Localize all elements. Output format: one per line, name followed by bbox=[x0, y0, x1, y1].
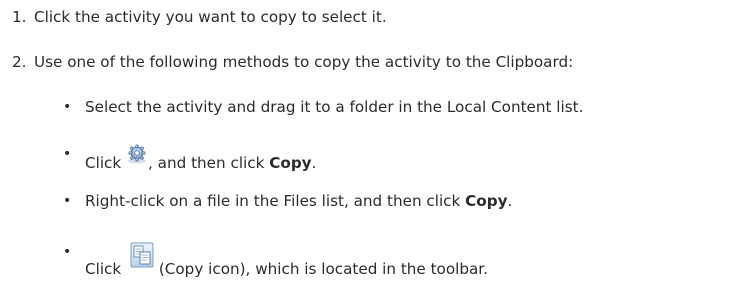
method-2-pre: Click bbox=[85, 154, 122, 172]
method-3-pre: Right-click on a file in the Files list,… bbox=[85, 192, 461, 210]
copy-menu-item-label: Copy bbox=[269, 154, 312, 172]
method-1-text: Select the activity and drag it to a fol… bbox=[85, 98, 584, 116]
method-4-post: (Copy icon), which is located in the too… bbox=[158, 260, 488, 278]
method-2-bullet: • bbox=[63, 146, 72, 162]
method-2-post: . bbox=[311, 154, 317, 172]
method-1-bullet: • bbox=[63, 99, 72, 115]
copy-icon[interactable] bbox=[130, 242, 154, 273]
method-3-post: . bbox=[507, 192, 513, 210]
method-3-content: Right-click on a file in the Files list,… bbox=[85, 191, 512, 211]
step-1-number: 1. bbox=[12, 8, 27, 26]
method-2-content: Click , and then click Copy. bbox=[85, 144, 316, 173]
step-2-text: Use one of the following methods to copy… bbox=[34, 53, 574, 71]
method-2-mid: , and then click bbox=[148, 154, 265, 172]
method-4-bullet: • bbox=[63, 244, 72, 260]
method-4-pre: Click bbox=[85, 260, 122, 278]
method-4-content: Click (Copy icon), which is located in t… bbox=[85, 242, 488, 279]
gear-icon[interactable] bbox=[126, 144, 148, 169]
step-1-text: Click the activity you want to copy to s… bbox=[34, 8, 387, 26]
method-3-bullet: • bbox=[63, 193, 72, 209]
step-2-number: 2. bbox=[12, 53, 27, 71]
copy-menu-item-label-2: Copy bbox=[465, 192, 508, 210]
